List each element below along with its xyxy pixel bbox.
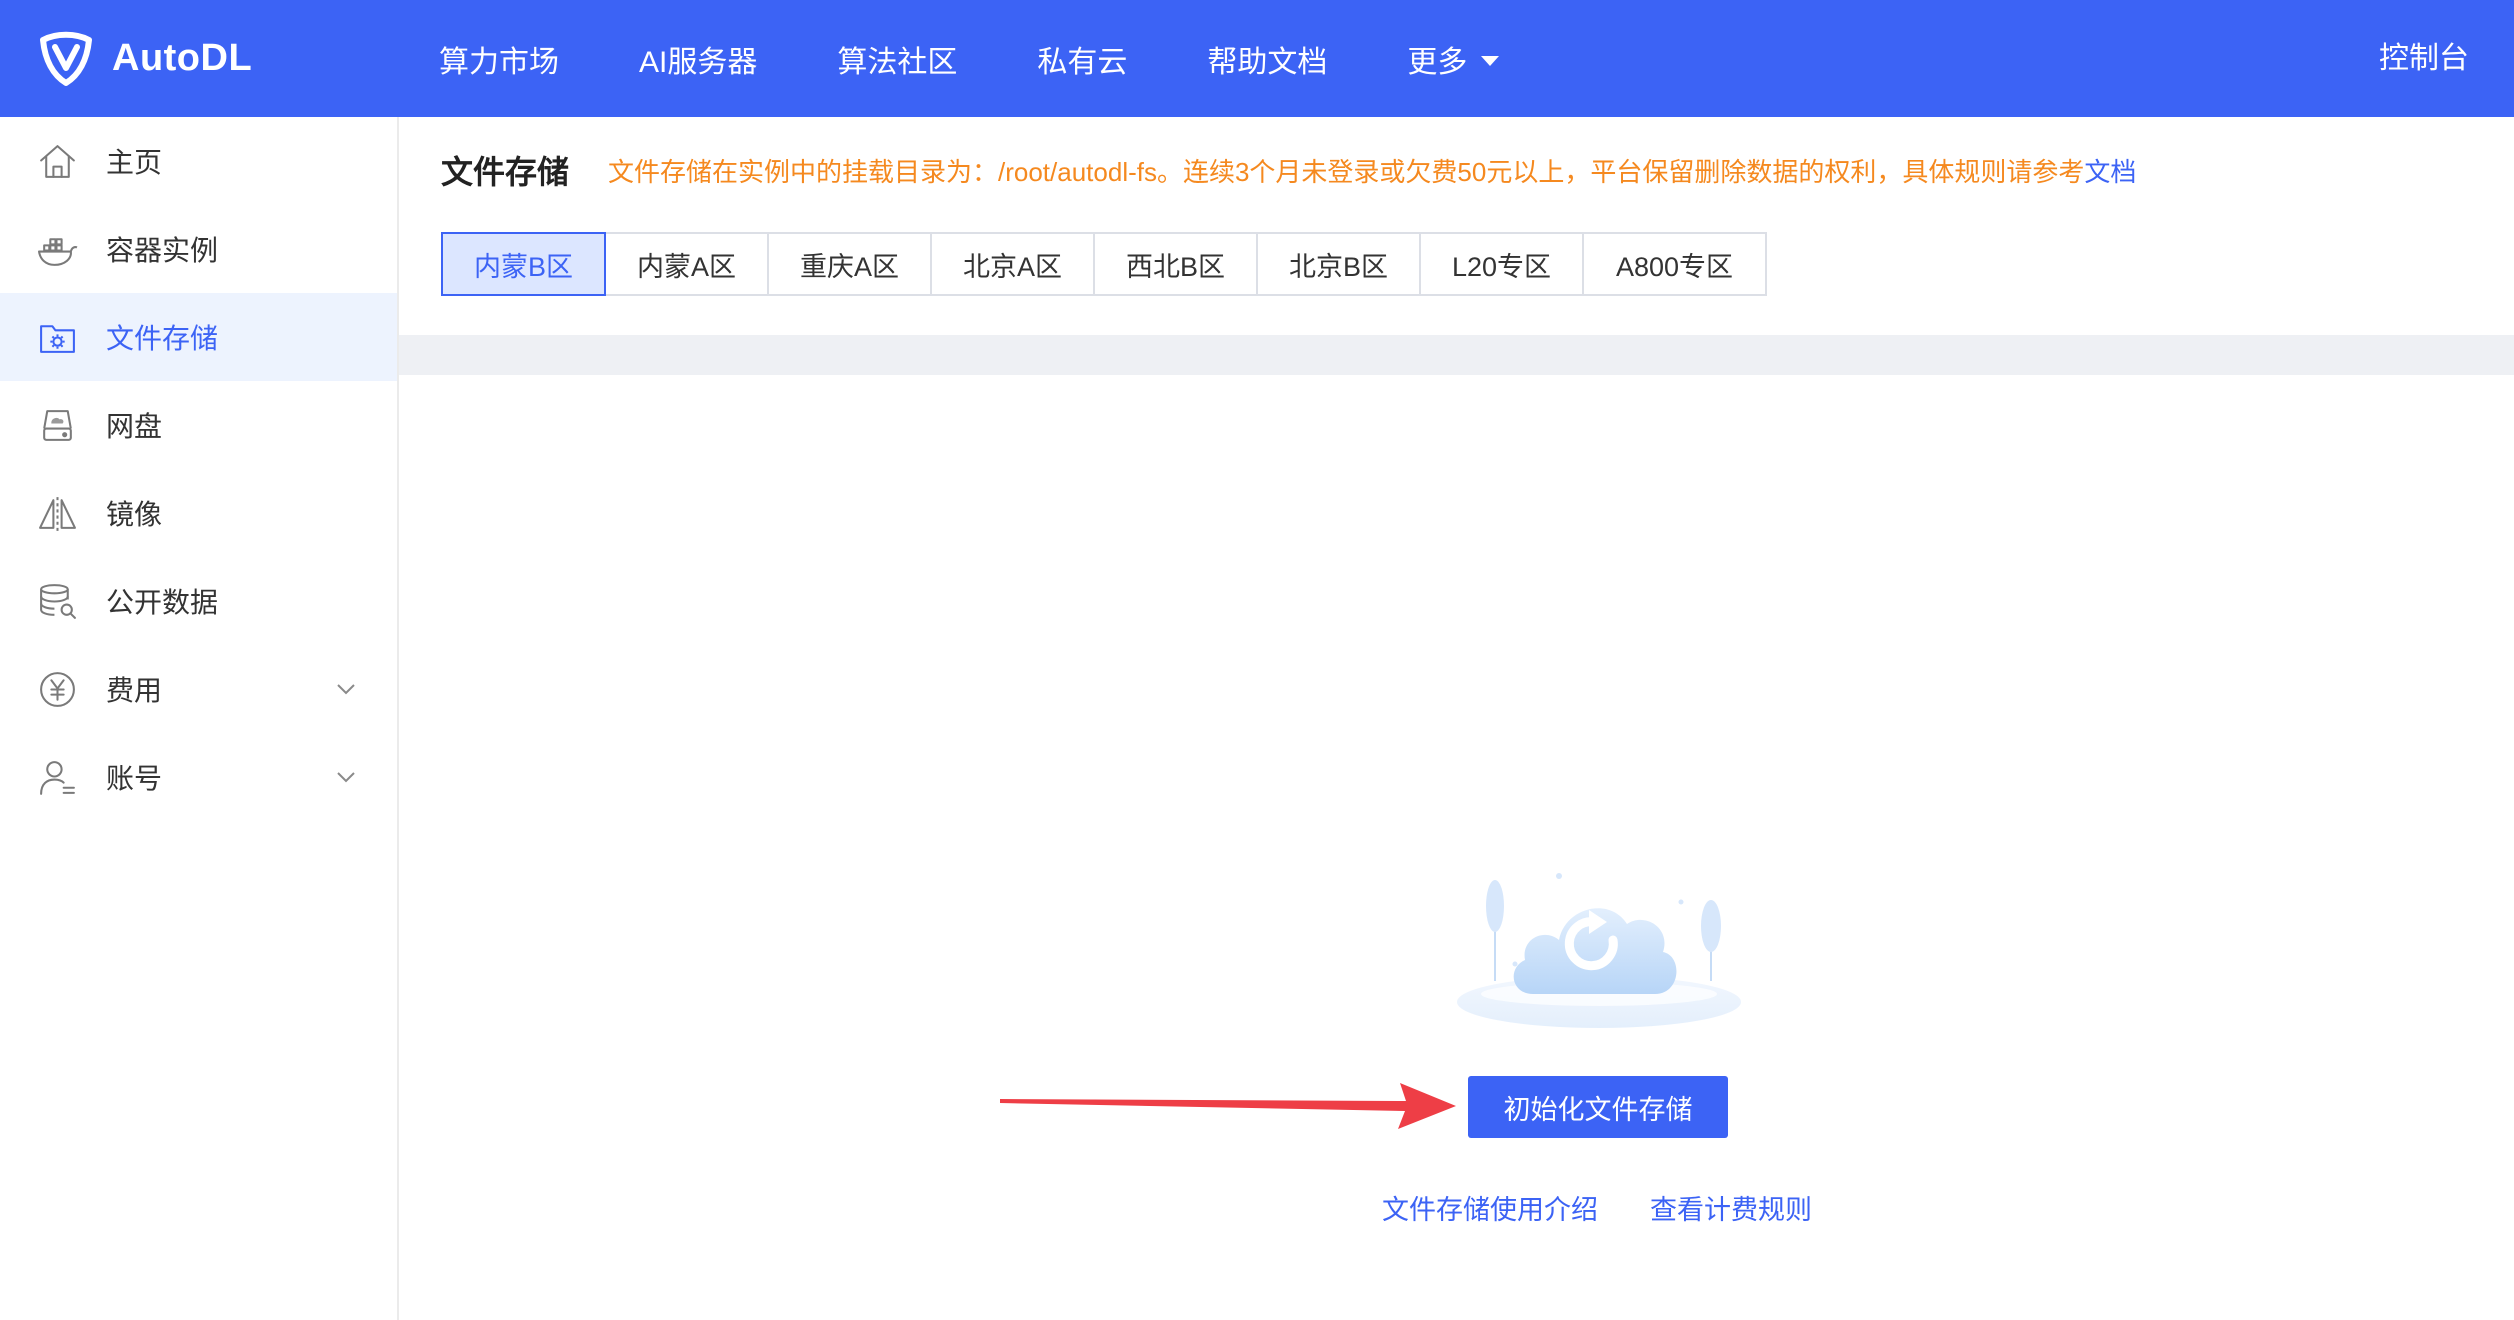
notice-text: 文件存储在实例中的挂载目录为：/root/autodl-fs。连续3个月未登录或… bbox=[608, 157, 2085, 187]
sidebar-item-label: 账号 bbox=[106, 763, 163, 794]
pricing-rules-link[interactable]: 查看计费规则 bbox=[1650, 1192, 1812, 1228]
sidebar-item-label: 费用 bbox=[106, 675, 163, 706]
sidebar-item-home[interactable]: 主页 bbox=[0, 117, 397, 205]
tab-region[interactable]: 内蒙A区 bbox=[604, 232, 769, 296]
sidebar-item-account[interactable]: 账号 bbox=[0, 733, 397, 821]
nav-compute-market[interactable]: 算力市场 bbox=[439, 37, 559, 81]
folder-gear-icon bbox=[37, 317, 78, 358]
console-link[interactable]: 控制台 bbox=[2379, 0, 2469, 117]
tab-region[interactable]: 北京A区 bbox=[930, 232, 1095, 296]
tab-region[interactable]: 内蒙B区 bbox=[441, 232, 606, 296]
section-divider bbox=[399, 335, 2514, 375]
sidebar-item-images[interactable]: 镜像 bbox=[0, 469, 397, 557]
nav-ai-server[interactable]: AI服务器 bbox=[639, 37, 757, 81]
user-icon bbox=[37, 757, 78, 798]
nav-help-docs[interactable]: 帮助文档 bbox=[1207, 37, 1327, 81]
tab-region[interactable]: 北京B区 bbox=[1256, 232, 1421, 296]
database-search-icon bbox=[37, 581, 78, 622]
tab-region[interactable]: L20专区 bbox=[1419, 232, 1584, 296]
autodl-logo-icon bbox=[40, 31, 92, 86]
tab-region[interactable]: A800专区 bbox=[1582, 232, 1767, 296]
sidebar-item-label: 主页 bbox=[106, 147, 163, 178]
nav-algorithm-community[interactable]: 算法社区 bbox=[837, 37, 957, 81]
docker-icon bbox=[37, 229, 78, 270]
sidebar-item-label: 公开数据 bbox=[106, 587, 219, 618]
cloud-refresh-icon bbox=[1457, 873, 1741, 1028]
sidebar-item-instances[interactable]: 容器实例 bbox=[0, 205, 397, 293]
sidebar-item-label: 网盘 bbox=[106, 411, 163, 442]
caret-down-icon bbox=[1481, 55, 1500, 66]
sidebar-item-netdisk[interactable]: 网盘 bbox=[0, 381, 397, 469]
sidebar-item-label: 文件存储 bbox=[106, 323, 219, 354]
tab-region[interactable]: 重庆A区 bbox=[767, 232, 932, 296]
main-nav: 算力市场 AI服务器 算法社区 私有云 帮助文档 更多 bbox=[439, 0, 1500, 117]
region-tabs: 内蒙B区 内蒙A区 重庆A区 北京A区 西北B区 北京B区 L20专区 A800… bbox=[441, 232, 1767, 296]
brand-name: AutoDL bbox=[112, 37, 253, 79]
notice-docs-link[interactable]: 文档 bbox=[2084, 157, 2136, 187]
tab-region[interactable]: 西北B区 bbox=[1093, 232, 1258, 296]
chevron-down-icon bbox=[335, 678, 357, 700]
sidebar-item-label: 容器实例 bbox=[106, 235, 219, 266]
top-header: AutoDL 算力市场 AI服务器 算法社区 私有云 帮助文档 更多 控制台 bbox=[0, 0, 2514, 117]
storage-notice: 文件存储在实例中的挂载目录为：/root/autodl-fs。连续3个月未登录或… bbox=[608, 150, 2136, 194]
init-file-storage-button[interactable]: 初始化文件存储 bbox=[1468, 1076, 1728, 1138]
chevron-down-icon bbox=[335, 766, 357, 788]
sidebar: 主页 容器实例 文件存储 网盘 镜像 公开数据 费用 账号 bbox=[0, 117, 399, 1320]
sidebar-item-billing[interactable]: 费用 bbox=[0, 645, 397, 733]
page-title: 文件存储 bbox=[441, 154, 570, 190]
nav-more-label: 更多 bbox=[1407, 45, 1468, 79]
sidebar-item-public-data[interactable]: 公开数据 bbox=[0, 557, 397, 645]
app-root: AutoDL 算力市场 AI服务器 算法社区 私有云 帮助文档 更多 控制台 主… bbox=[0, 0, 2514, 1320]
mirror-icon bbox=[37, 493, 78, 534]
nav-more[interactable]: 更多 bbox=[1407, 37, 1500, 81]
yen-icon bbox=[37, 669, 78, 710]
main-content: 文件存储 文件存储在实例中的挂载目录为：/root/autodl-fs。连续3个… bbox=[399, 117, 2514, 1320]
nav-private-cloud[interactable]: 私有云 bbox=[1037, 37, 1127, 81]
storage-intro-link[interactable]: 文件存储使用介绍 bbox=[1382, 1192, 1598, 1228]
home-icon bbox=[37, 141, 78, 182]
logo[interactable]: AutoDL bbox=[36, 0, 252, 117]
sidebar-item-file-storage[interactable]: 文件存储 bbox=[0, 293, 397, 381]
sidebar-item-label: 镜像 bbox=[106, 499, 163, 530]
disk-icon bbox=[37, 405, 78, 446]
